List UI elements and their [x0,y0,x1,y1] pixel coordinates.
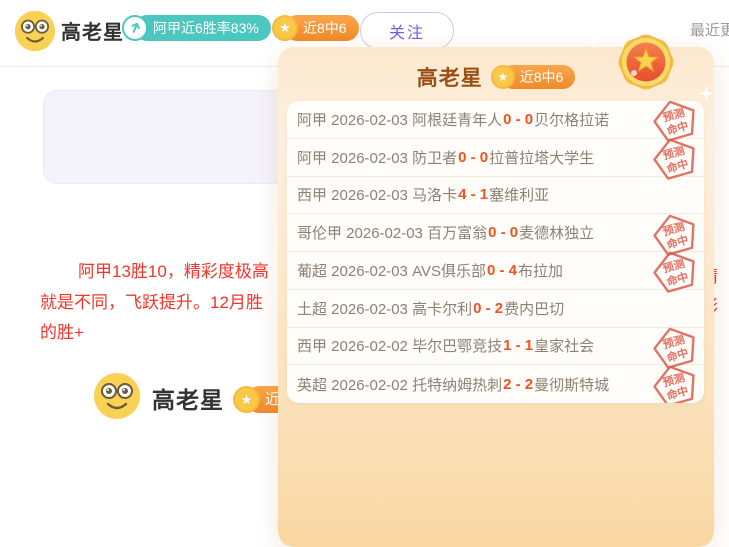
medal-icon [610,26,682,98]
match-row: 阿甲 2026-02-03 阿根廷青年人0 - 0贝尔格拉诺 预测 命中 [287,101,704,139]
up-arrow-icon [122,15,148,41]
match-row: 哥伦甲 2026-02-03 百万富翁0 - 0麦德林独立 预测 命中 [287,214,704,252]
sparkle-icon [698,85,715,102]
match-info: 阿甲 2026-02-03 防卫者 [297,147,457,168]
user-avatar[interactable] [93,372,141,420]
match-info: 西甲 2026-02-02 毕尔巴鄂竞技 [297,335,502,356]
streak-badge: ★ 近8中6 [491,65,576,90]
match-score: 2 - 2 [503,376,533,393]
match-row: 西甲 2026-02-03 马洛卡4 - 1塞维利亚 预测 命中 [287,177,704,215]
match-row: 阿甲 2026-02-03 防卫者0 - 0拉普拉塔大学生 预测 命中 [287,139,704,177]
match-info: 土超 2026-02-03 高卡尔利 [297,298,472,319]
match-score: 0 - 0 [488,224,518,241]
match-row: 土超 2026-02-03 高卡尔利0 - 2费内巴切 预测 命中 [287,290,704,328]
match-score: 1 - 1 [503,337,533,354]
star-icon: ★ [491,65,515,89]
username[interactable]: 高老星 [61,16,124,45]
match-row: 西甲 2026-02-02 毕尔巴鄂竞技1 - 1皇家社会 预测 命中 [287,328,704,366]
away-team: 布拉加 [518,260,563,281]
popup-username: 高老星 [417,62,483,92]
match-row: 英超 2026-02-02 托特纳姆热刺2 - 2曼彻斯特城 预测 命中 [287,365,704,403]
win-rate-badge: 阿甲近6胜率83% [122,14,271,41]
match-info: 西甲 2026-02-03 马洛卡 [297,184,457,205]
match-info: 哥伦甲 2026-02-03 百万富翁 [297,222,487,243]
recent-update-label: 最近更新 [690,19,729,40]
away-team: 麦德林独立 [519,222,594,243]
away-team: 贝尔格拉诺 [534,109,609,130]
match-info: 阿甲 2026-02-03 阿根廷青年人 [297,109,502,130]
follow-button[interactable]: 关注 [360,12,454,49]
away-team: 费内巴切 [504,298,564,319]
match-score: 0 - 2 [473,300,503,317]
sparkle-icon [676,31,686,41]
match-score: 0 - 0 [503,111,533,128]
match-row: 葡超 2026-02-03 AVS俱乐部0 - 4布拉加 预测 命中 [287,252,704,290]
prediction-hit-stamp: 预测 命中 [647,358,703,403]
match-score: 4 - 1 [458,186,488,203]
username[interactable]: 高老星 [152,381,224,415]
match-score: 0 - 0 [458,149,488,166]
match-score: 0 - 4 [487,262,517,279]
star-icon: ★ [233,386,260,413]
away-team: 塞维利亚 [489,184,549,205]
prediction-popup: 高老星 ★ 近8中6 阿甲 2026-02-03 阿根廷青年人0 - 0贝尔格拉… [278,47,714,547]
win-rate-label: 阿甲近6胜率83% [134,15,271,41]
match-list: 阿甲 2026-02-03 阿根廷青年人0 - 0贝尔格拉诺 预测 命中 阿甲 … [287,101,704,403]
match-info: 葡超 2026-02-03 AVS俱乐部 [297,260,486,281]
star-icon: ★ [272,15,298,41]
match-info: 英超 2026-02-02 托特纳姆热刺 [297,374,502,395]
away-team: 曼彻斯特城 [534,374,609,395]
away-team: 皇家社会 [534,335,594,356]
sparkle-icon [586,35,601,50]
away-team: 拉普拉塔大学生 [489,147,594,168]
user-avatar[interactable] [14,10,56,52]
streak-badge: ★ 近8中6 [272,14,359,41]
